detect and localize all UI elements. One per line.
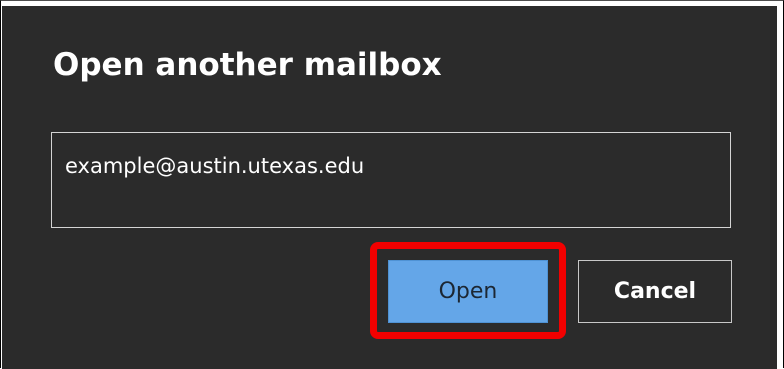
cancel-button[interactable]: Cancel [578, 260, 732, 323]
dialog-title: Open another mailbox [53, 47, 442, 83]
mailbox-address-input[interactable] [51, 132, 731, 228]
screenshot-frame: Open another mailbox Open Cancel [0, 0, 784, 369]
open-button[interactable]: Open [388, 260, 548, 323]
open-mailbox-dialog: Open another mailbox Open Cancel [2, 6, 777, 369]
